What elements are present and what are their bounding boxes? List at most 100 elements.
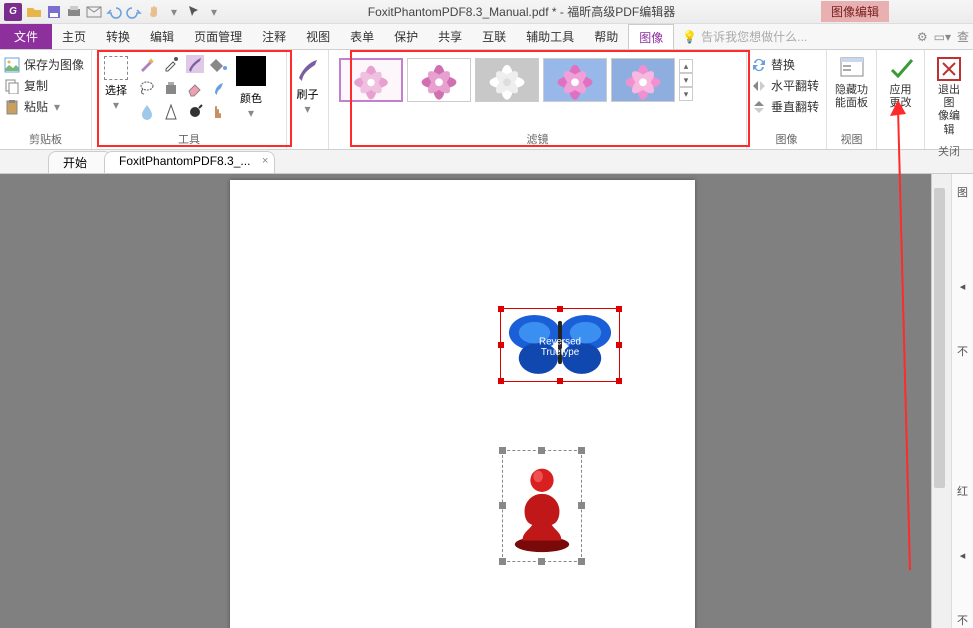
color-swatch xyxy=(236,56,266,86)
contextual-tab-label: 图像编辑 xyxy=(821,1,889,22)
tab-form[interactable]: 表单 xyxy=(340,24,384,49)
svg-text:Reversed: Reversed xyxy=(539,336,581,347)
bulb-icon: 💡 xyxy=(682,30,697,44)
brush-preset-icon[interactable] xyxy=(295,56,321,82)
undo-icon[interactable] xyxy=(106,4,122,20)
dropdown-icon[interactable]: ▾ xyxy=(166,4,182,20)
rpanel-collapse-icon[interactable]: ◂ xyxy=(960,280,966,293)
selection-butterfly[interactable]: Reversed Truetype xyxy=(500,308,620,382)
right-panel: 图 ◂ 不 红 ◂ 不 xyxy=(951,174,973,628)
filter-thumb-4[interactable] xyxy=(611,58,675,102)
color-picker-button[interactable]: 颜色 ▾ xyxy=(230,52,272,120)
flip-horizontal-button[interactable]: 水平翻转 xyxy=(751,75,819,96)
clone-icon[interactable] xyxy=(162,79,180,97)
lasso-icon[interactable] xyxy=(138,79,156,97)
tab-accessibility[interactable]: 辅助工具 xyxy=(516,24,584,49)
quick-access-toolbar: ▾ ▾ xyxy=(26,4,222,20)
filter-thumb-2[interactable] xyxy=(475,58,539,102)
eraser-icon[interactable] xyxy=(186,79,204,97)
group-label: 视图 xyxy=(831,129,872,149)
replace-icon xyxy=(751,57,767,73)
tab-view[interactable]: 视图 xyxy=(296,24,340,49)
tab-start-page[interactable]: 开始 xyxy=(48,151,112,173)
hide-panel-button[interactable]: 隐藏功 能面板 xyxy=(831,52,872,129)
workspace: Reversed Truetype xyxy=(0,174,973,628)
copy-button[interactable]: 复制 xyxy=(4,75,48,96)
tab-page-manage[interactable]: 页面管理 xyxy=(184,24,252,49)
tab-connect[interactable]: 互联 xyxy=(472,24,516,49)
flip-vertical-button[interactable]: 垂直翻转 xyxy=(751,96,819,117)
tab-help[interactable]: 帮助 xyxy=(584,24,628,49)
filter-thumb-3[interactable] xyxy=(543,58,607,102)
close-icon xyxy=(936,56,962,82)
replace-button[interactable]: 替换 xyxy=(751,54,795,75)
selection-pawn[interactable] xyxy=(502,450,582,562)
redo-icon[interactable] xyxy=(126,4,142,20)
window-title: FoxitPhantomPDF8.3_Manual.pdf * - 福昕高级PD… xyxy=(222,3,821,20)
apply-changes-button[interactable]: 应用 更改 xyxy=(881,52,920,133)
group-view: 隐藏功 能面板 视图 xyxy=(827,50,877,149)
close-tab-icon[interactable]: × xyxy=(262,155,268,167)
rpanel-collapse-icon[interactable]: ◂ xyxy=(960,549,966,562)
rpanel-label[interactable]: 图 xyxy=(957,184,968,200)
tab-convert[interactable]: 转换 xyxy=(96,24,140,49)
group-image: 替换 水平翻转 垂直翻转 图像 xyxy=(747,50,827,149)
filter-thumb-1[interactable] xyxy=(407,58,471,102)
tab-home[interactable]: 主页 xyxy=(52,24,96,49)
magic-wand-icon[interactable] xyxy=(138,55,156,73)
tell-me-input[interactable]: 💡 告诉我您想做什么... xyxy=(674,24,917,49)
blur-icon[interactable] xyxy=(138,103,156,121)
tab-image[interactable]: 图像 xyxy=(628,24,674,49)
smudge-icon[interactable] xyxy=(210,79,228,97)
marquee-icon xyxy=(104,56,128,80)
exit-image-edit-button[interactable]: 退出图 像编辑 xyxy=(929,52,969,141)
dropdown-icon[interactable]: ▾ xyxy=(206,4,222,20)
rpanel-label: 不 xyxy=(957,343,968,359)
filters-scroll-up-icon[interactable]: ▴ xyxy=(679,59,693,73)
scrollbar-thumb[interactable] xyxy=(934,188,945,488)
tab-document[interactable]: FoxitPhantomPDF8.3_...× xyxy=(104,151,275,173)
dropdown-icon[interactable]: ▾ xyxy=(230,106,272,120)
group-filters: ▴ ▾ ▾ 滤镜 xyxy=(329,50,747,149)
tab-protect[interactable]: 保护 xyxy=(384,24,428,49)
ribbon: 保存为图像 复制 粘贴▾ 剪贴板 选择 ▾ xyxy=(0,50,973,150)
select-tool-icon[interactable] xyxy=(186,4,202,20)
dropdown-icon[interactable]: ▾ xyxy=(304,102,310,116)
select-tool-button[interactable]: 选择 ▾ xyxy=(96,52,136,112)
filter-thumb-0[interactable] xyxy=(339,58,403,102)
dodge-icon[interactable] xyxy=(186,103,204,121)
hand-icon[interactable] xyxy=(146,4,162,20)
save-as-image-button[interactable]: 保存为图像 xyxy=(4,54,84,75)
search-label[interactable]: 查 xyxy=(957,28,969,45)
eyedropper-icon[interactable] xyxy=(162,55,180,73)
fill-icon[interactable] xyxy=(210,55,228,73)
group-tools: 选择 ▾ xyxy=(92,50,287,149)
brush-icon[interactable] xyxy=(186,55,204,73)
tab-comment[interactable]: 注释 xyxy=(252,24,296,49)
save-icon[interactable] xyxy=(46,4,62,20)
dropdown-icon[interactable]: ▾ xyxy=(54,100,60,114)
burn-icon[interactable] xyxy=(210,103,228,121)
filters-expand-icon[interactable]: ▾ xyxy=(679,87,693,101)
group-label: 图像 xyxy=(751,129,822,149)
print-icon[interactable] xyxy=(66,4,82,20)
vertical-scrollbar[interactable] xyxy=(931,174,947,628)
flip-v-icon xyxy=(751,99,767,115)
group-label: 工具 xyxy=(96,129,282,149)
email-icon[interactable] xyxy=(86,4,102,20)
paste-button[interactable]: 粘贴▾ xyxy=(4,96,60,117)
copy-icon xyxy=(4,78,20,94)
tell-me-placeholder: 告诉我您想做什么... xyxy=(701,28,807,45)
filters-scroll-down-icon[interactable]: ▾ xyxy=(679,73,693,87)
settings-icon[interactable]: ⚙ xyxy=(917,30,928,44)
collapse-ribbon-icon[interactable]: ▭▾ xyxy=(934,30,951,44)
sharpen-icon[interactable] xyxy=(162,103,180,121)
group-label: 滤镜 xyxy=(333,129,742,149)
open-icon[interactable] xyxy=(26,4,42,20)
tab-share[interactable]: 共享 xyxy=(428,24,472,49)
dropdown-icon[interactable]: ▾ xyxy=(113,98,119,112)
file-menu[interactable]: 文件 xyxy=(0,24,52,49)
tab-edit[interactable]: 编辑 xyxy=(140,24,184,49)
menu-right-controls: ⚙ ▭▾ 查 xyxy=(917,24,973,49)
canvas-area[interactable]: Reversed Truetype xyxy=(0,174,931,628)
